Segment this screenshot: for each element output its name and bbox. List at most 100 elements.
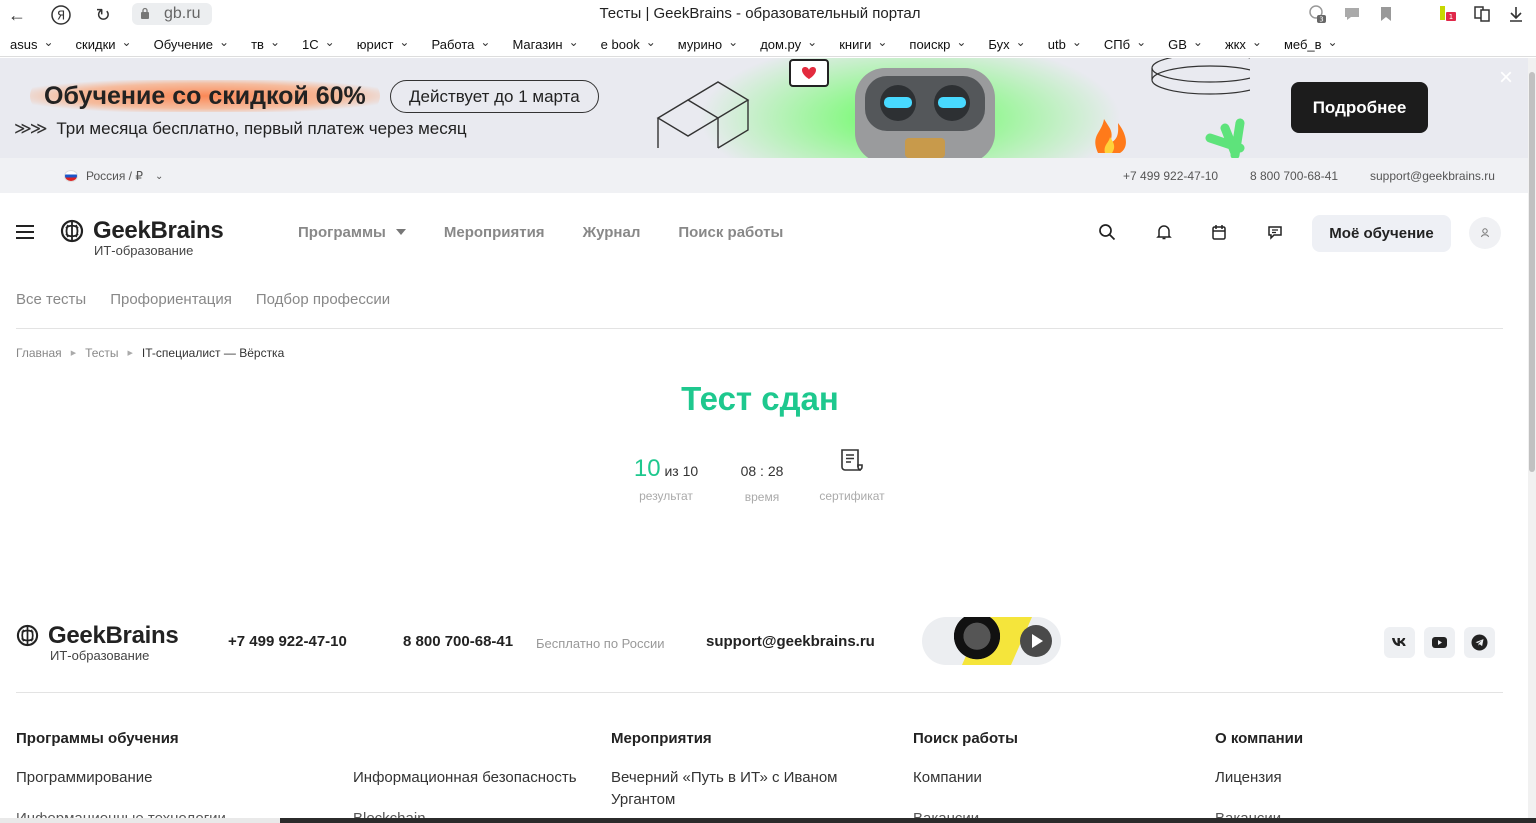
bell-icon[interactable] — [1155, 223, 1173, 241]
subnav-profession-match[interactable]: Подбор профессии — [256, 291, 390, 308]
header-phone-1[interactable]: +7 499 922-47-10 — [1123, 169, 1218, 183]
user-avatar-icon[interactable] — [1469, 217, 1501, 249]
page-title: Тесты | GeekBrains - образовательный пор… — [599, 5, 921, 22]
bookmarks-bar: asus скидки Обучение тв 1С юрист Работа … — [0, 33, 1536, 57]
bookmark-folder[interactable]: Магазин — [512, 33, 578, 56]
footer-phone-2[interactable]: 8 800 700-68-41 — [403, 633, 513, 650]
breadcrumb-home[interactable]: Главная — [16, 346, 62, 360]
bookmark-folder[interactable]: юрист — [357, 33, 410, 56]
certificate-stat[interactable]: сертификат — [812, 447, 892, 503]
promo-deadline-pill: Действует до 1 марта — [390, 80, 599, 113]
messages-icon[interactable] — [1266, 223, 1284, 241]
browser-toolbar: ← Я ↻ gb.ru Тесты | GeekBrains - образов… — [0, 0, 1536, 30]
divider — [16, 328, 1503, 329]
collections-icon[interactable] — [1472, 4, 1492, 24]
bookmark-folder[interactable]: asus — [10, 33, 54, 56]
bookmark-folder[interactable]: Работа — [431, 33, 490, 56]
footer-logo-subtitle: ИТ-образование — [50, 648, 150, 663]
footer-link[interactable]: Компании — [913, 767, 982, 789]
breadcrumb-tests[interactable]: Тесты — [85, 346, 118, 360]
nav-jobs[interactable]: Поиск работы — [678, 224, 783, 241]
menu-icon[interactable] — [16, 225, 34, 239]
bookmark-folder[interactable]: e book — [601, 33, 656, 56]
promo-subline-text: Три месяца бесплатно, первый платеж чере… — [56, 119, 467, 138]
geekbrains-logo-icon — [16, 624, 39, 647]
search-icon[interactable] — [1098, 223, 1116, 241]
bookmark-folder[interactable]: 1С — [302, 33, 335, 56]
nav-events[interactable]: Мероприятия — [444, 224, 545, 241]
youtube-icon[interactable] — [1424, 627, 1455, 658]
download-icon[interactable] — [1506, 4, 1526, 24]
region-bar: Россия / ₽ ⌄ +7 499 922-47-10 8 800 700-… — [0, 158, 1528, 193]
subnav-all-tests[interactable]: Все тесты — [16, 291, 86, 308]
breadcrumb-separator-icon: ▶ — [127, 350, 133, 357]
extension-icon[interactable]: 1 — [1438, 4, 1458, 24]
footer-link[interactable]: Программирование — [16, 767, 152, 789]
header-email[interactable]: support@geekbrains.ru — [1370, 169, 1495, 183]
region-selector[interactable]: Россия / ₽ ⌄ — [64, 169, 163, 183]
footer-heading-company: О компании — [1215, 730, 1304, 747]
bookmark-folder[interactable]: utb — [1048, 33, 1082, 56]
scrollbar-thumb[interactable] — [1529, 72, 1535, 472]
breadcrumb-separator-icon: ▶ — [70, 350, 77, 357]
bookmark-folder[interactable]: книги — [839, 33, 887, 56]
footer-link[interactable]: Информационная безопасность — [353, 767, 577, 789]
dropdown-caret-icon — [395, 229, 406, 235]
geekbrains-logo-icon — [60, 219, 84, 243]
bookmark-folder[interactable]: СПб — [1104, 33, 1146, 56]
header-phone-2[interactable]: 8 800 700-68-41 — [1250, 169, 1338, 183]
footer-heading-programs: Программы обучения — [16, 730, 179, 747]
play-icon[interactable] — [1020, 625, 1052, 657]
calendar-icon[interactable] — [1210, 223, 1228, 241]
chat-icon[interactable] — [1342, 4, 1362, 24]
logo-subtitle: ИТ-образование — [94, 243, 194, 258]
score-total: из 10 — [664, 463, 699, 479]
certificate-icon[interactable] — [838, 447, 866, 475]
bookmark-folder[interactable]: скидки — [76, 33, 132, 56]
video-promo[interactable] — [922, 617, 1061, 665]
nav-journal[interactable]: Журнал — [583, 224, 641, 241]
page-scrollbar[interactable] — [1528, 58, 1536, 823]
footer-email[interactable]: support@geekbrains.ru — [706, 633, 875, 650]
promo-details-button[interactable]: Подробнее — [1291, 82, 1428, 133]
bookmark-folder[interactable]: Обучение — [154, 33, 230, 56]
bookmark-folder[interactable]: жкх — [1225, 33, 1262, 56]
logo-name: GeekBrains — [93, 217, 224, 244]
russia-flag-icon — [64, 170, 78, 182]
close-icon[interactable]: × — [1494, 66, 1518, 90]
bookmark-icon[interactable] — [1376, 4, 1396, 24]
footer-heading-jobs: Поиск работы — [913, 730, 1018, 747]
footer-link[interactable]: Лицензия — [1215, 767, 1282, 789]
breadcrumb: Главная ▶ Тесты ▶ IT-специалист — Вёрстк… — [16, 346, 284, 360]
bookmark-folder[interactable]: дом.ру — [760, 33, 817, 56]
footer-divider — [16, 692, 1503, 693]
nav-programs[interactable]: Программы — [298, 224, 406, 241]
bookmark-folder[interactable]: тв — [251, 33, 280, 56]
footer-phone-1[interactable]: +7 499 922-47-10 — [228, 633, 347, 650]
result-title: Тест сдан — [681, 380, 839, 417]
promo-banner[interactable]: Обучение со скидкой 60% Действует до 1 м… — [0, 58, 1528, 158]
subnav-career-guidance[interactable]: Профориентация — [110, 291, 232, 308]
svg-text:1: 1 — [1449, 13, 1453, 21]
telegram-icon[interactable] — [1464, 627, 1495, 658]
vk-icon[interactable] — [1384, 627, 1415, 658]
footer-logo-name: GeekBrains — [48, 622, 179, 649]
footer-heading-events: Мероприятия — [611, 730, 712, 747]
downloads-counter-icon[interactable]: 3 — [1308, 4, 1328, 24]
my-learning-button[interactable]: Моё обучение — [1312, 215, 1451, 252]
bookmark-folder[interactable]: меб_в — [1284, 33, 1338, 56]
main-nav: Программы Мероприятия Журнал Поиск работ… — [298, 224, 821, 241]
footer-phone-note: Бесплатно по России — [536, 636, 665, 651]
score-label: результат — [639, 489, 693, 503]
footer-link[interactable]: Вечерний «Путь в ИТ» с Иваном Ургантом — [611, 767, 871, 811]
bookmark-folder[interactable]: мурино — [678, 33, 738, 56]
time-value: 08 : 28 — [740, 463, 784, 479]
taskbar-edge — [0, 818, 1536, 823]
chevron-down-icon: ⌄ — [155, 170, 164, 182]
bookmark-folder[interactable]: GB — [1168, 33, 1203, 56]
tests-subnav: Все тесты Профориентация Подбор професси… — [16, 291, 414, 308]
time-stat: 08 : 28 время — [726, 463, 798, 504]
bookmark-folder[interactable]: Бух — [988, 33, 1025, 56]
bookmark-folder[interactable]: поискр — [909, 33, 966, 56]
certificate-label: сертификат — [819, 489, 885, 503]
